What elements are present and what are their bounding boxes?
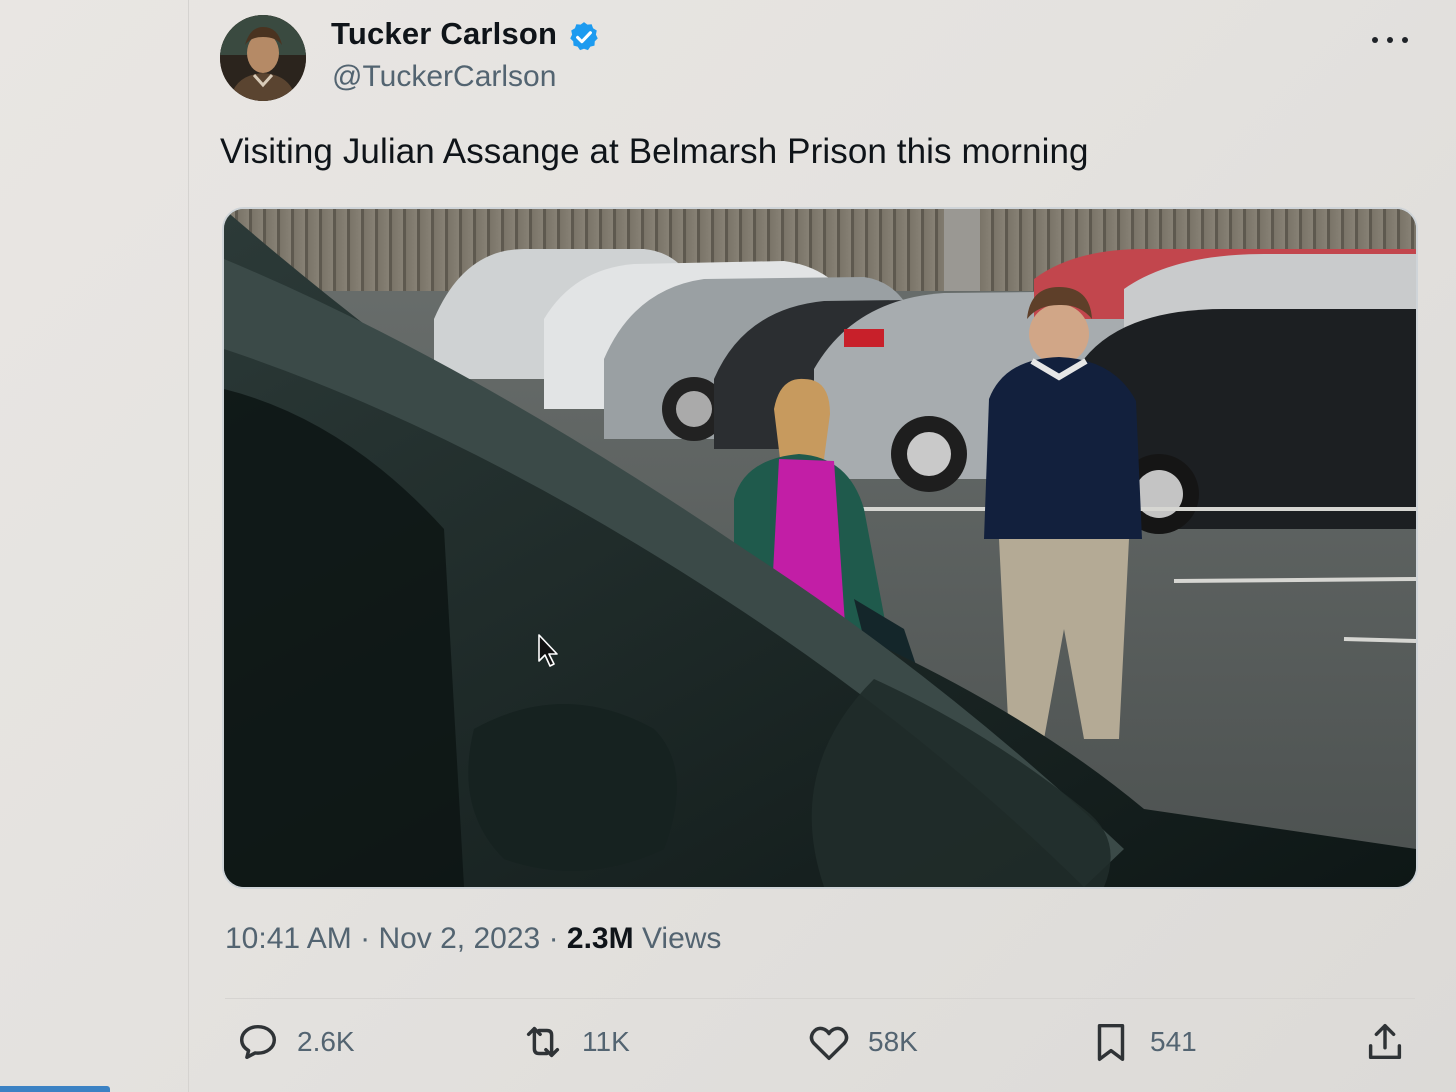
- more-dot: [1387, 37, 1393, 43]
- timeline-border: [188, 0, 189, 1092]
- author-avatar[interactable]: [220, 15, 306, 101]
- retweet-button[interactable]: 11K: [520, 1010, 630, 1074]
- meta-separator: ·: [548, 922, 567, 955]
- like-count: 58K: [868, 1026, 918, 1057]
- views-count: 2.3M: [566, 922, 634, 955]
- actions-divider: [225, 998, 1415, 999]
- tweet-meta: 10:41 AM · Nov 2, 2023 · 2.3M Views: [225, 922, 721, 956]
- bookmark-count: 541: [1150, 1026, 1197, 1057]
- tweet-date[interactable]: Nov 2, 2023: [378, 922, 540, 955]
- comment-bubble-icon: [239, 1024, 277, 1060]
- retweet-count: 11K: [582, 1026, 630, 1057]
- author-handle[interactable]: @TuckerCarlson: [332, 60, 556, 94]
- bookmark-icon: [1097, 1023, 1125, 1061]
- reply-count: 2.6K: [297, 1026, 355, 1057]
- like-button[interactable]: 58K: [806, 1010, 918, 1074]
- more-options-icon[interactable]: [1372, 28, 1408, 52]
- tweet-time[interactable]: 10:41 AM: [225, 922, 352, 955]
- tweet-text: Visiting Julian Assange at Belmarsh Pris…: [220, 132, 1089, 171]
- retweet-arrows-icon: [526, 1026, 560, 1058]
- mouse-pointer-icon: [538, 634, 558, 667]
- more-dot: [1402, 37, 1408, 43]
- verified-badge-icon: [570, 22, 598, 51]
- views-label: Views: [641, 922, 722, 955]
- meta-separator: ·: [360, 922, 379, 955]
- author-display-name[interactable]: Tucker Carlson: [331, 16, 557, 52]
- tweet-photo[interactable]: [222, 207, 1418, 889]
- heart-icon: [809, 1026, 849, 1061]
- avatar-portrait: [220, 15, 306, 101]
- share-upload-icon: [1368, 1023, 1402, 1060]
- reply-button[interactable]: 2.6K: [235, 1010, 355, 1074]
- share-button[interactable]: [1362, 1010, 1408, 1074]
- parking-lot-photo: [224, 209, 1416, 887]
- bottom-edge-accent: [0, 1086, 110, 1092]
- bookmark-button[interactable]: 541: [1088, 1010, 1197, 1074]
- more-dot: [1372, 37, 1378, 43]
